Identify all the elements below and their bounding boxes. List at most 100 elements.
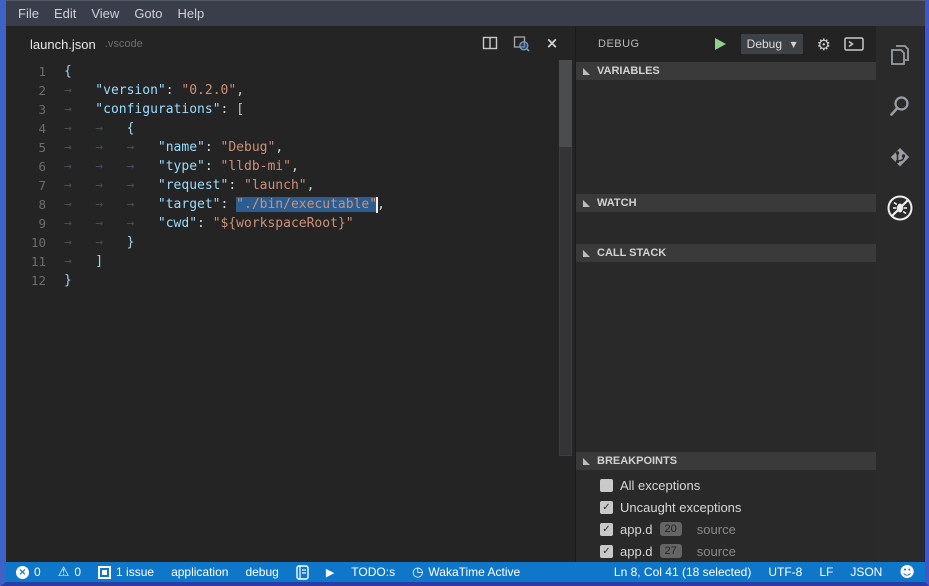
- code-line[interactable]: 8 →→→"target": "./bin/executable",: [6, 195, 575, 214]
- line-number[interactable]: 6: [6, 157, 46, 176]
- tab-whitespace-arrow: →: [95, 214, 126, 233]
- code-line[interactable]: 9 →→→"cwd": "${workspaceRoot}": [6, 214, 575, 233]
- section-call-stack[interactable]: CALL STACK: [576, 244, 876, 262]
- line-content[interactable]: →→→"name": "Debug",: [64, 138, 283, 157]
- checkbox-icon[interactable]: [600, 545, 613, 558]
- warning-count[interactable]: ⚠ 0: [58, 565, 81, 579]
- encoding-indicator[interactable]: UTF-8: [768, 565, 802, 579]
- section-watch[interactable]: WATCH: [576, 194, 876, 212]
- line-content[interactable]: {: [64, 62, 72, 81]
- code-line[interactable]: 5 →→→"name": "Debug",: [6, 138, 575, 157]
- checkbox-icon[interactable]: [600, 523, 613, 536]
- line-number[interactable]: 4: [6, 119, 46, 138]
- breakpoints-body: All exceptions Uncaught exceptions app.d…: [576, 470, 876, 562]
- line-content[interactable]: →→→"cwd": "${workspaceRoot}": [64, 214, 354, 233]
- line-number[interactable]: 10: [6, 233, 46, 252]
- code-line[interactable]: 1{: [6, 62, 575, 81]
- tab-whitespace-arrow: →: [95, 157, 126, 176]
- breakpoint-app-d-20[interactable]: app.d 20 source: [576, 518, 876, 540]
- code-token: ]: [95, 254, 103, 269]
- line-number[interactable]: 3: [6, 100, 46, 119]
- breakpoint-app-d-27[interactable]: app.d 27 source: [576, 540, 876, 562]
- line-number[interactable]: 7: [6, 176, 46, 195]
- menu-file[interactable]: File: [18, 6, 39, 21]
- menu-view[interactable]: View: [91, 6, 119, 21]
- menu-goto[interactable]: Goto: [134, 6, 162, 21]
- line-content[interactable]: }: [64, 271, 72, 290]
- wakatime-item[interactable]: ◷ WakaTime Active: [412, 565, 520, 580]
- section-call-stack-label: CALL STACK: [597, 247, 666, 259]
- git-source-control-icon[interactable]: [886, 143, 914, 171]
- language-mode[interactable]: JSON: [850, 565, 882, 579]
- code-line[interactable]: 12}: [6, 271, 575, 290]
- editor-scrollbar-thumb[interactable]: [559, 60, 572, 147]
- tab-whitespace-arrow: →: [64, 81, 95, 100]
- checkbox-icon[interactable]: [600, 479, 613, 492]
- code-token: {: [64, 64, 72, 79]
- line-content[interactable]: →→}: [64, 233, 134, 252]
- line-content[interactable]: →]: [64, 252, 103, 271]
- file-title[interactable]: launch.json: [30, 37, 96, 52]
- launch-config-debug[interactable]: debug: [245, 565, 278, 579]
- todos-item[interactable]: TODO:s: [351, 565, 395, 579]
- breakpoint-label: All exceptions: [620, 478, 700, 493]
- code-line[interactable]: 3 →"configurations": [: [6, 100, 575, 119]
- section-variables[interactable]: VARIABLES: [576, 62, 876, 80]
- search-icon[interactable]: [886, 92, 914, 120]
- breakpoint-uncaught-exceptions[interactable]: Uncaught exceptions: [576, 496, 876, 518]
- start-debug-button[interactable]: [715, 38, 726, 50]
- line-content[interactable]: →→→"type": "lldb-mi",: [64, 157, 299, 176]
- variables-body: [576, 80, 876, 194]
- code-line[interactable]: 2 →"version": "0.2.0",: [6, 81, 575, 100]
- error-count[interactable]: × 0: [16, 565, 41, 579]
- code-token: [: [236, 102, 244, 117]
- line-content[interactable]: →→{: [64, 119, 134, 138]
- checkbox-icon[interactable]: [600, 501, 613, 514]
- debug-config-dropdown[interactable]: Debug ▼: [741, 34, 803, 54]
- line-content[interactable]: →"version": "0.2.0",: [64, 81, 244, 100]
- open-preview-icon[interactable]: [512, 34, 530, 52]
- tab-whitespace-arrow: →: [64, 214, 95, 233]
- feedback-smiley-icon[interactable]: ☻: [899, 563, 915, 581]
- debug-panel-title: DEBUG: [598, 38, 640, 50]
- line-content[interactable]: →"configurations": [: [64, 100, 244, 119]
- issues-indicator[interactable]: 1 issue: [98, 565, 154, 579]
- line-content[interactable]: →→→"target": "./bin/executable",: [64, 195, 385, 214]
- line-number[interactable]: 1: [6, 62, 46, 81]
- code-line[interactable]: 10 →→}: [6, 233, 575, 252]
- configure-gear-icon[interactable]: ⚙: [817, 35, 831, 54]
- code-line[interactable]: 4 →→{: [6, 119, 575, 138]
- debug-console-icon[interactable]: [844, 36, 864, 52]
- line-number[interactable]: 11: [6, 252, 46, 271]
- menu-help[interactable]: Help: [178, 6, 205, 21]
- error-icon: ×: [16, 566, 29, 579]
- close-icon[interactable]: ×: [543, 34, 561, 52]
- eol-indicator[interactable]: LF: [819, 565, 833, 579]
- code-token: }: [127, 235, 135, 250]
- line-number[interactable]: 12: [6, 271, 46, 290]
- notebook-icon[interactable]: [296, 565, 309, 580]
- section-breakpoints[interactable]: BREAKPOINTS: [576, 452, 876, 470]
- line-content[interactable]: →→→"request": "launch",: [64, 176, 314, 195]
- editor-pane: launch.json .vscode × 1{2→"version": "0.…: [6, 26, 575, 562]
- code-lines[interactable]: 1{2→"version": "0.2.0",3→"configurations…: [6, 62, 575, 562]
- debug-no-bug-icon[interactable]: [886, 194, 914, 222]
- code-token: :: [197, 216, 213, 231]
- line-number[interactable]: 8: [6, 195, 46, 214]
- run-play-icon[interactable]: ▶: [326, 566, 334, 579]
- menu-edit[interactable]: Edit: [54, 6, 76, 21]
- explorer-files-icon[interactable]: [886, 41, 914, 69]
- launch-config-application[interactable]: application: [171, 565, 228, 579]
- split-editor-icon[interactable]: [481, 34, 499, 52]
- call-stack-body: [576, 262, 876, 452]
- code-line[interactable]: 7 →→→"request": "launch",: [6, 176, 575, 195]
- cursor-position[interactable]: Ln 8, Col 41 (18 selected): [614, 565, 751, 579]
- breakpoint-all-exceptions[interactable]: All exceptions: [576, 474, 876, 496]
- line-number[interactable]: 9: [6, 214, 46, 233]
- line-number[interactable]: 2: [6, 81, 46, 100]
- code-token: "Debug": [221, 140, 276, 155]
- code-line[interactable]: 6 →→→"type": "lldb-mi",: [6, 157, 575, 176]
- tab-whitespace-arrow: →: [127, 214, 158, 233]
- line-number[interactable]: 5: [6, 138, 46, 157]
- code-line[interactable]: 11 →]: [6, 252, 575, 271]
